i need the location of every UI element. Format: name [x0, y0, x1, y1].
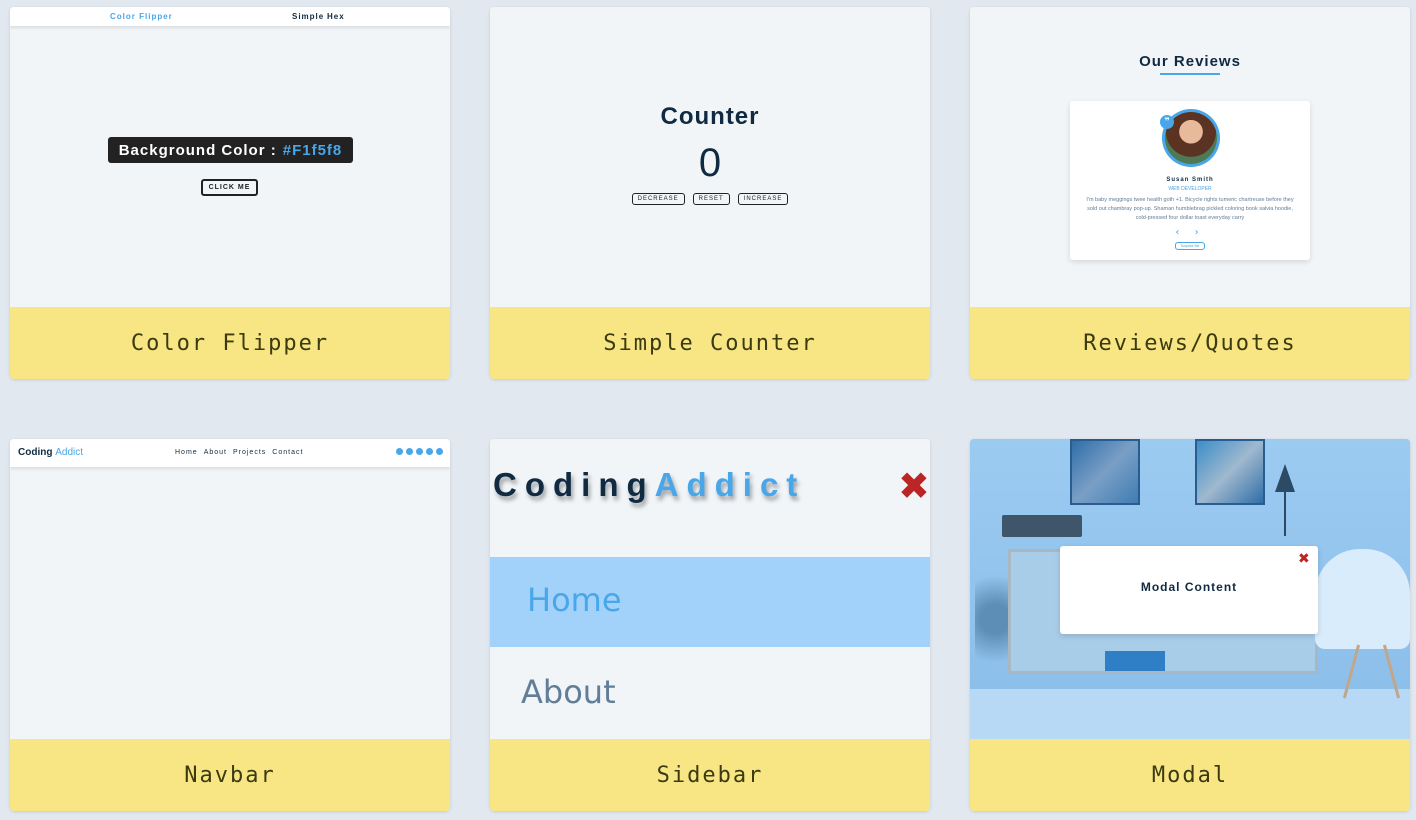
project-preview: Our Reviews ❞ Susan Smith WEB DEVELOPER …: [970, 7, 1410, 307]
counter-title: Counter: [660, 103, 760, 130]
preview-nav-link: Hex: [327, 12, 345, 21]
wall-painting: [1070, 439, 1140, 505]
close-icon: ✖: [898, 464, 930, 508]
banner-color-value: #F1f5f8: [282, 141, 343, 159]
project-title: Color Flipper: [130, 330, 330, 356]
counter-value: 0: [698, 141, 722, 185]
project-title: Navbar: [184, 762, 276, 788]
background-color-banner: Background Color : #F1f5f8: [108, 137, 353, 163]
project-card-navbar[interactable]: Coding Addict Home About Projects Contac…: [10, 439, 450, 811]
nav-link-home: Home: [175, 449, 198, 456]
sidebar-item-label: Home: [527, 581, 622, 619]
preview-navbar: Coding Addict Home About Projects Contac…: [10, 439, 450, 467]
quote-icon: ❞: [1160, 115, 1174, 129]
project-card-footer: Simple Counter: [490, 307, 930, 379]
surprise-me-button: Surprise Me: [1175, 242, 1205, 250]
project-title: Modal: [1151, 762, 1229, 788]
wall-painting: [1195, 439, 1265, 505]
review-text: I'm baby meggings twee health goth +1. B…: [1086, 197, 1294, 221]
project-card-reviews[interactable]: Our Reviews ❞ Susan Smith WEB DEVELOPER …: [970, 7, 1410, 379]
linkedin-icon: [426, 448, 433, 455]
twitter-icon: [406, 448, 413, 455]
review-card: ❞ Susan Smith WEB DEVELOPER I'm baby meg…: [1070, 101, 1310, 260]
behance-icon: [416, 448, 423, 455]
project-card-footer: Navbar: [10, 739, 450, 811]
reset-button: RESET: [692, 193, 730, 205]
project-title: Reviews/Quotes: [1083, 330, 1297, 356]
preview-navbar: Color Flipper Simple Hex: [10, 7, 450, 26]
project-preview: ✖ Modal Content: [970, 439, 1410, 739]
banner-label: Background Color :: [118, 141, 277, 159]
stereo-icon: [1002, 515, 1082, 537]
project-card-footer: Color Flipper: [10, 307, 450, 379]
sidebar-item-about: About: [521, 673, 616, 711]
reviewer-job: WEB DEVELOPER: [1168, 186, 1212, 192]
reviewer-name: Susan Smith: [1166, 177, 1214, 183]
sidebar-logo: CodingAddict: [493, 466, 806, 503]
project-card-footer: Modal: [970, 739, 1410, 811]
social-icons: [396, 448, 443, 455]
facebook-icon: [396, 448, 403, 455]
click-me-button: CLICK ME: [201, 179, 258, 196]
close-icon: ✖: [1298, 551, 1310, 567]
project-card-footer: Sidebar: [490, 739, 930, 811]
project-card-color-flipper[interactable]: Color Flipper Simple Hex Background Colo…: [10, 7, 450, 379]
decrease-button: DECREASE: [631, 193, 685, 205]
project-preview: Counter 0 DECREASE RESET INCREASE: [490, 7, 930, 307]
project-title: Sidebar: [656, 762, 764, 788]
project-card-simple-counter[interactable]: Counter 0 DECREASE RESET INCREASE Simple…: [490, 7, 930, 379]
chevron-arrows-icon: ‹ ›: [1175, 227, 1205, 238]
title-underline: [1160, 73, 1220, 75]
preview-logo: Coding Addict: [18, 447, 84, 458]
modal-box: ✖ Modal Content: [1060, 546, 1318, 634]
project-card-modal[interactable]: ✖ Modal Content Modal: [970, 439, 1410, 811]
lamp-icon: [1275, 464, 1295, 492]
project-card-footer: Reviews/Quotes: [970, 307, 1410, 379]
nav-link-contact: Contact: [272, 449, 304, 456]
preview-nav-link: Simple: [292, 12, 325, 21]
reviews-title: Our Reviews: [1139, 53, 1241, 70]
increase-button: INCREASE: [737, 193, 789, 205]
nav-link-projects: Projects: [232, 449, 267, 456]
project-preview: Color Flipper Simple Hex Background Colo…: [10, 7, 450, 307]
project-preview: CodingAddict ✖ Home About: [490, 439, 930, 739]
preview-nav-logo: Color Flipper: [110, 12, 173, 21]
counter-buttons: DECREASE RESET INCREASE: [490, 193, 930, 205]
project-title: Simple Counter: [603, 330, 817, 356]
project-card-sidebar[interactable]: CodingAddict ✖ Home About Sidebar: [490, 439, 930, 811]
chair-icon: [1315, 549, 1410, 649]
preview-nav-links: Home About Projects Contact: [175, 449, 303, 456]
sketch-icon: [436, 448, 443, 455]
modal-content-text: Modal Content: [1140, 580, 1238, 594]
nav-link-about: About: [203, 449, 227, 456]
project-preview: Coding Addict Home About Projects Contac…: [10, 439, 450, 739]
sidebar-item-home: Home: [490, 557, 930, 647]
